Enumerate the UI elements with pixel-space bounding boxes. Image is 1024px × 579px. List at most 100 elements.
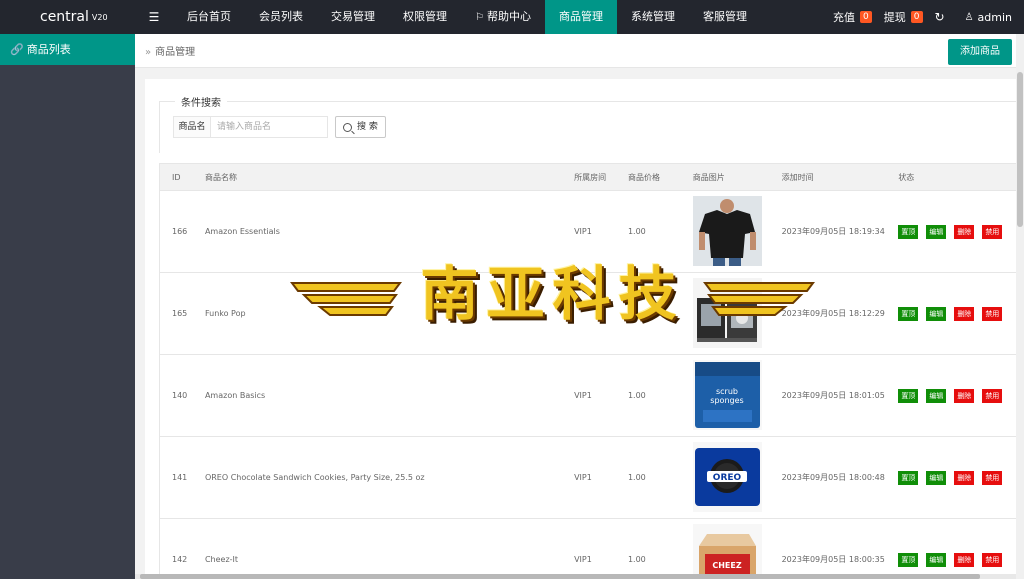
table-header: ID 商品名称 所属房间 商品价格 商品图片 添加时间 状态 xyxy=(160,164,1024,191)
table-row: 141 OREO Chocolate Sandwich Cookies, Par… xyxy=(160,437,1024,519)
product-name-label: 商品名 xyxy=(174,117,211,137)
cell-name: Funko Pop xyxy=(204,309,246,318)
cell-actions: 置顶 编辑 删除 禁用 xyxy=(898,470,1024,485)
admin-label: admin xyxy=(977,10,1012,24)
svg-text:scrub: scrub xyxy=(716,387,738,396)
delete-button[interactable]: 删除 xyxy=(954,224,975,239)
col-id: ID xyxy=(172,172,181,182)
disable-button[interactable]: 禁用 xyxy=(982,224,1003,239)
cell-time: 2023年09月05日 18:12:29 xyxy=(781,309,885,318)
edit-button[interactable]: 编辑 xyxy=(926,224,947,239)
nav-products[interactable]: 商品管理 xyxy=(544,0,617,34)
search-button-label: 搜 索 xyxy=(357,122,378,132)
header-right: 充值 0 提现 0 ↻ ♙ admin xyxy=(833,0,1024,34)
pin-button[interactable]: 置顶 xyxy=(898,224,919,239)
breadcrumb-bar: » 商品管理 添加商品 xyxy=(135,34,1024,68)
disable-button[interactable]: 禁用 xyxy=(982,552,1003,567)
cell-id: 141 xyxy=(172,473,188,482)
cell-name: OREO Chocolate Sandwich Cookies, Party S… xyxy=(204,473,425,482)
product-name-input[interactable]: 请输入商品名 xyxy=(211,117,327,137)
edit-button[interactable]: 编辑 xyxy=(926,388,947,403)
edit-button[interactable]: 编辑 xyxy=(926,552,947,567)
sidebar: 🔗 商品列表 xyxy=(0,34,135,579)
add-product-button[interactable]: 添加商品 xyxy=(948,39,1012,65)
delete-button[interactable]: 删除 xyxy=(954,388,975,403)
nav-trades[interactable]: 交易管理 xyxy=(317,0,389,34)
nav-members[interactable]: 会员列表 xyxy=(245,0,317,34)
refresh-icon[interactable]: ↻ xyxy=(935,10,945,24)
admin-menu[interactable]: ♙ admin xyxy=(965,11,1012,24)
nav-support[interactable]: 客服管理 xyxy=(689,0,761,34)
pin-button[interactable]: 置顶 xyxy=(898,306,919,321)
cell-id: 165 xyxy=(172,309,188,318)
delete-button[interactable]: 删除 xyxy=(954,552,975,567)
pin-button[interactable]: 置顶 xyxy=(898,552,919,567)
nav-permissions[interactable]: 权限管理 xyxy=(389,0,461,34)
logo[interactable]: central V20 xyxy=(0,0,135,34)
col-time: 添加时间 xyxy=(781,172,814,182)
sidebar-item-label: 商品列表 xyxy=(26,43,71,56)
black-tshirt-image xyxy=(692,195,762,266)
cell-room: VIP1 xyxy=(574,227,592,236)
vertical-scroll-thumb[interactable] xyxy=(1017,72,1023,227)
top-nav: 后台首页 会员列表 交易管理 权限管理 ⚐ 帮助中心 商品管理 系统管理 客服管理 xyxy=(173,0,761,34)
cell-price: 1.00 xyxy=(627,555,646,564)
disable-button[interactable]: 禁用 xyxy=(982,306,1003,321)
logo-version: V20 xyxy=(91,12,108,22)
svg-text:OREO: OREO xyxy=(713,473,742,483)
cell-room: VIP1 xyxy=(574,555,592,564)
recharge-badge: 0 xyxy=(860,11,872,23)
nav-help[interactable]: ⚐ 帮助中心 xyxy=(461,0,545,34)
nav-help-label: 帮助中心 xyxy=(486,10,531,23)
cell-image: OREO xyxy=(692,441,782,514)
disable-button[interactable]: 禁用 xyxy=(982,470,1003,485)
cell-price: 1.00 xyxy=(627,391,646,400)
cell-time: 2023年09月05日 18:01:05 xyxy=(781,391,885,400)
edit-button[interactable]: 编辑 xyxy=(926,306,947,321)
cell-actions: 置顶 编辑 删除 禁用 xyxy=(898,306,1024,321)
scrub-sponges-image: scrub sponges xyxy=(692,359,762,430)
nav-home[interactable]: 后台首页 xyxy=(173,0,245,34)
vertical-scrollbar[interactable] xyxy=(1016,34,1024,579)
content-panel: 条件搜索 商品名 请输入商品名 搜 索 ID 商品名称 所属房间 商品价格 商品… xyxy=(145,79,1024,579)
recharge-label: 充值 xyxy=(833,11,856,24)
cell-image: CHEEZ xyxy=(692,523,782,579)
breadcrumb-current[interactable]: 商品管理 xyxy=(155,47,195,58)
delete-button[interactable]: 删除 xyxy=(954,470,975,485)
user-icon: ♙ xyxy=(964,11,974,23)
cell-image: scrub sponges xyxy=(692,359,782,432)
disable-button[interactable]: 禁用 xyxy=(982,388,1003,403)
delete-button[interactable]: 删除 xyxy=(954,306,975,321)
pin-button[interactable]: 置顶 xyxy=(898,470,919,485)
withdraw-link[interactable]: 提现 0 xyxy=(884,9,923,25)
menu-lines-icon[interactable]: ☰ xyxy=(135,10,173,24)
cell-actions: 置顶 编辑 删除 禁用 xyxy=(898,224,1024,239)
pin-button[interactable]: 置顶 xyxy=(898,388,919,403)
nav-system[interactable]: 系统管理 xyxy=(617,0,689,34)
col-price: 商品价格 xyxy=(627,172,660,182)
search-button[interactable]: 搜 索 xyxy=(335,116,386,138)
cell-time: 2023年09月05日 18:00:35 xyxy=(781,555,885,564)
horizontal-scrollbar[interactable] xyxy=(135,574,1016,579)
col-room: 所属房间 xyxy=(574,172,607,182)
recharge-link[interactable]: 充值 0 xyxy=(833,9,872,25)
cell-id: 140 xyxy=(172,391,188,400)
cell-image xyxy=(692,277,782,350)
edit-button[interactable]: 编辑 xyxy=(926,470,947,485)
search-row: 商品名 请输入商品名 搜 索 xyxy=(173,116,386,138)
product-table: ID 商品名称 所属房间 商品价格 商品图片 添加时间 状态 166 Amazo… xyxy=(159,163,1024,579)
svg-text:sponges: sponges xyxy=(710,396,743,405)
cell-price: 1.00 xyxy=(627,473,646,482)
sidebar-item-product-list[interactable]: 🔗 商品列表 xyxy=(0,34,135,65)
cell-price: 1.00 xyxy=(627,227,646,236)
breadcrumb: » 商品管理 xyxy=(145,43,195,58)
cell-name: Amazon Essentials xyxy=(204,227,280,236)
product-name-field: 商品名 请输入商品名 xyxy=(173,116,328,138)
flag-icon: ⚐ xyxy=(475,12,484,23)
cell-time: 2023年09月05日 18:00:48 xyxy=(781,473,885,482)
horizontal-scroll-thumb[interactable] xyxy=(140,574,980,579)
withdraw-badge: 0 xyxy=(910,11,923,23)
cell-actions: 置顶 编辑 删除 禁用 xyxy=(898,552,1024,567)
search-legend: 条件搜索 xyxy=(175,94,227,109)
breadcrumb-separator: » xyxy=(145,47,152,58)
